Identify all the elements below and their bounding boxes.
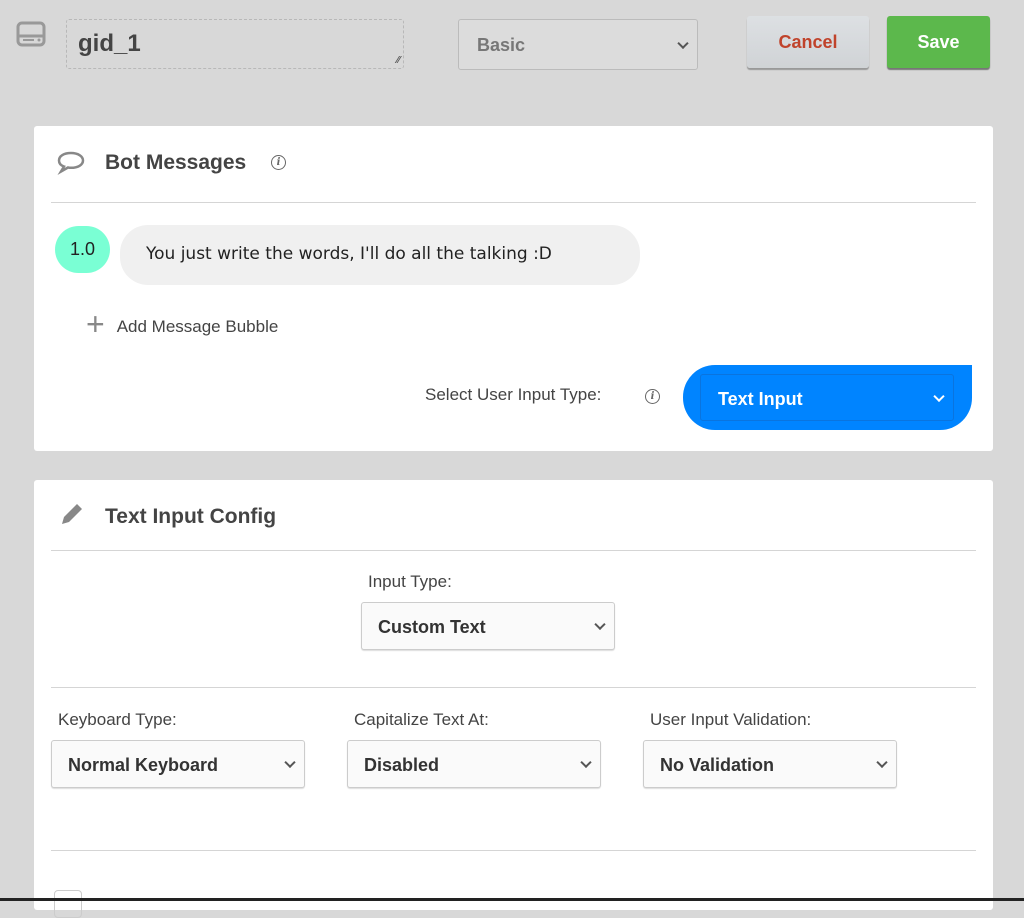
chevron-down-icon — [580, 756, 592, 769]
capitalize-value: Disabled — [364, 755, 440, 775]
input-type-label: Select User Input Type: — [425, 385, 602, 404]
info-icon[interactable]: i — [645, 389, 660, 404]
divider — [51, 687, 976, 688]
device-icon — [16, 21, 46, 47]
input-type-value: Custom Text — [378, 617, 486, 637]
text-input-config-card: Text Input Config Input Type: Custom Tex… — [34, 480, 993, 918]
validation-label: User Input Validation: — [650, 710, 812, 729]
validation-select[interactable]: No Validation — [643, 740, 897, 788]
chevron-down-icon — [933, 390, 945, 402]
user-input-type-value: Text Input — [718, 389, 803, 409]
info-icon[interactable]: i — [271, 155, 286, 170]
divider — [51, 202, 976, 203]
text-input-config-title: Text Input Config — [105, 505, 277, 528]
input-type-label: Input Type: — [368, 572, 452, 591]
message-index-badge: 1.0 — [55, 226, 110, 273]
capitalize-select[interactable]: Disabled — [347, 740, 601, 788]
node-name-value: gid_1 — [78, 30, 141, 57]
cancel-button[interactable]: Cancel — [747, 16, 869, 68]
capitalize-label: Capitalize Text At: — [354, 710, 489, 729]
resize-handle[interactable]: ⁄⁄ — [397, 55, 400, 66]
input-type-select[interactable]: Custom Text — [361, 602, 615, 650]
user-input-type-select[interactable]: Text Input — [700, 374, 954, 421]
keyboard-type-select[interactable]: Normal Keyboard — [51, 740, 305, 788]
chevron-down-icon — [284, 756, 296, 769]
save-button[interactable]: Save — [887, 16, 990, 68]
message-bubble[interactable]: You just write the words, I'll do all th… — [120, 225, 640, 285]
divider — [51, 850, 976, 851]
mode-select-value: Basic — [477, 35, 526, 55]
node-name-field[interactable]: gid_1 ⁄⁄ — [66, 19, 404, 69]
validation-value: No Validation — [660, 755, 775, 775]
pencil-icon — [62, 504, 82, 524]
chevron-down-icon — [594, 618, 606, 631]
chevron-down-icon — [677, 37, 689, 49]
keyboard-type-value: Normal Keyboard — [68, 755, 219, 775]
add-message-bubble-button[interactable]: + Add Message Bubble — [86, 308, 278, 340]
speech-bubble-icon — [57, 151, 85, 175]
bot-messages-card: Bot Messages i 1.0 You just write the wo… — [34, 126, 993, 451]
mode-select[interactable]: Basic — [458, 19, 698, 70]
plus-icon: + — [86, 306, 105, 342]
chevron-down-icon — [876, 756, 888, 769]
checkbox[interactable] — [54, 890, 82, 918]
bot-messages-title: Bot Messages — [105, 151, 247, 174]
user-input-type-container: Text Input — [683, 365, 972, 430]
divider — [51, 550, 976, 551]
add-message-bubble-label: Add Message Bubble — [116, 317, 279, 336]
keyboard-type-label: Keyboard Type: — [58, 710, 177, 729]
